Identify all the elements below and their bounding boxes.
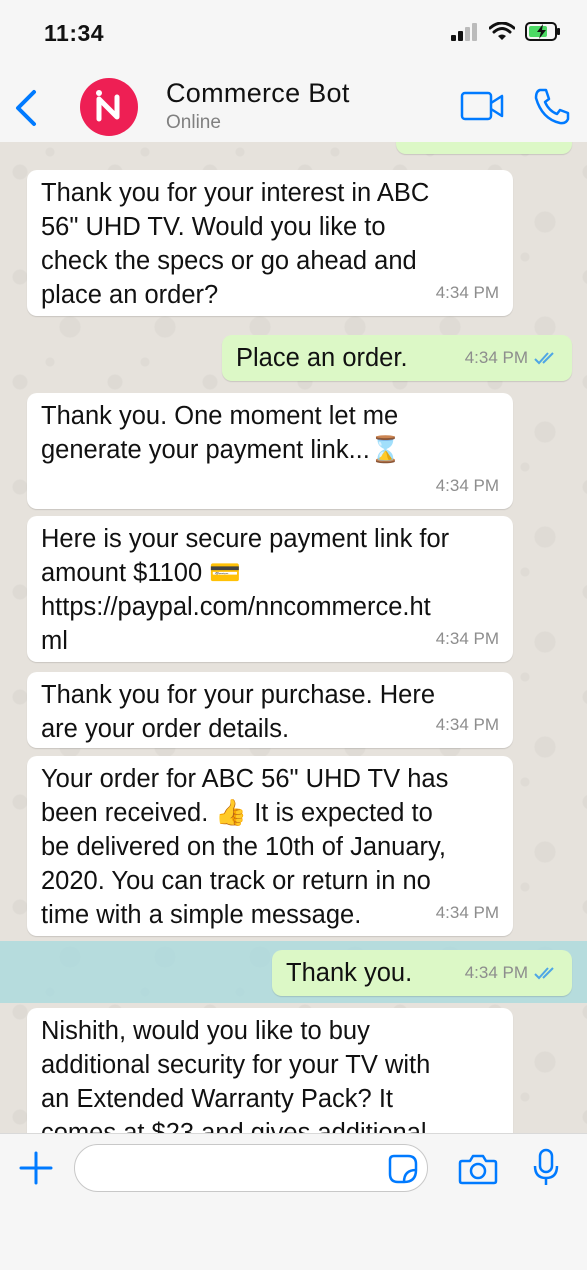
message-input[interactable]	[74, 1144, 428, 1192]
message-text: Nishith, would you like to buy additiona…	[41, 1017, 431, 1133]
camera-icon[interactable]	[458, 1153, 498, 1185]
avatar[interactable]	[80, 78, 138, 136]
message-bubble[interactable]	[396, 142, 572, 154]
message-time: 4:34 PM	[435, 715, 499, 734]
microphone-icon[interactable]	[532, 1148, 560, 1188]
message-meta: 4:34 PM	[465, 956, 558, 990]
message-text: Here is your secure payment link for amo…	[41, 525, 450, 655]
message-text: Thank you for your purchase. Here are yo…	[41, 681, 436, 743]
plus-icon[interactable]	[18, 1150, 54, 1186]
contact-name[interactable]: Commerce Bot	[166, 78, 350, 109]
message-text: Your order for ABC 56" UHD TV has been r…	[41, 765, 449, 929]
message-bubble[interactable]: Thank you. One moment let me generate yo…	[27, 393, 513, 509]
double-check-icon	[534, 967, 554, 980]
chat-header: Commerce Bot Online	[0, 70, 587, 143]
phone-call-icon[interactable]	[532, 86, 572, 126]
double-check-icon	[534, 352, 554, 365]
message-bubble[interactable]: Nishith, would you like to buy additiona…	[27, 1008, 513, 1133]
message-time: 4:34 PM	[464, 348, 528, 367]
message-bubble[interactable]: Here is your secure payment link for amo…	[27, 516, 513, 662]
message-time: 4:34 PM	[435, 476, 499, 495]
status-bar: 11:34	[0, 0, 587, 70]
message-time: 4:34 PM	[464, 963, 528, 982]
back-chevron-icon[interactable]	[12, 88, 42, 128]
message-bubble[interactable]: Your order for ABC 56" UHD TV has been r…	[27, 756, 513, 936]
chat-area[interactable]: Thank you for your interest in ABC 56" U…	[0, 142, 587, 1133]
message-bubble[interactable]: Thank you for your interest in ABC 56" U…	[27, 170, 513, 316]
battery-charging-icon	[525, 22, 560, 41]
status-icons	[451, 22, 561, 41]
message-time: 4:34 PM	[435, 629, 499, 648]
message-bubble[interactable]: Place an order. 4:34 PM	[222, 335, 572, 381]
message-text: Thank you. One moment let me generate yo…	[41, 402, 402, 464]
wifi-icon	[489, 22, 515, 40]
message-time: 4:34 PM	[435, 283, 499, 302]
message-text: Thank you for your interest in ABC 56" U…	[41, 179, 430, 309]
sticker-icon[interactable]	[388, 1154, 418, 1184]
message-meta: 4:34 PM	[465, 341, 558, 375]
video-call-icon[interactable]	[460, 90, 504, 122]
composer-bar	[0, 1133, 587, 1270]
message-bubble[interactable]: Thank you. 4:34 PM	[272, 950, 572, 996]
clock: 11:34	[44, 20, 105, 46]
n-logo-icon	[96, 90, 120, 122]
signal-icon	[451, 22, 477, 41]
contact-status: Online	[166, 112, 221, 133]
message-time: 4:34 PM	[435, 903, 499, 922]
message-bubble[interactable]: Thank you for your purchase. Here are yo…	[27, 672, 513, 748]
